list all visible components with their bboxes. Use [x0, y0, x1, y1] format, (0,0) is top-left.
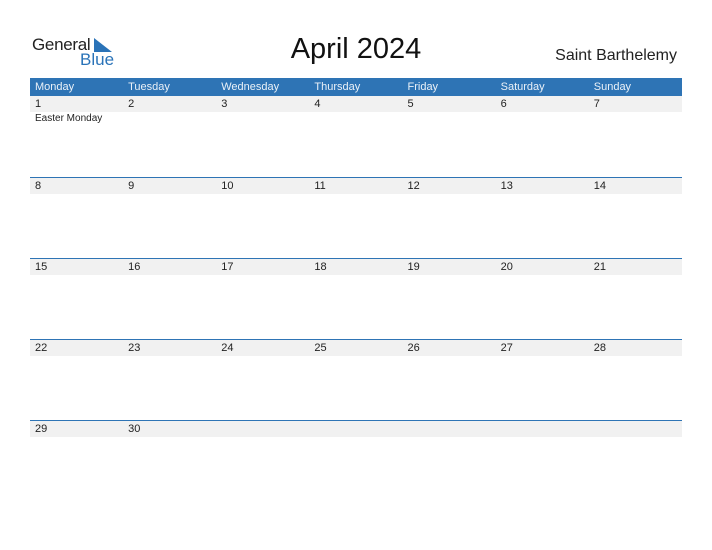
day-cell — [216, 421, 309, 437]
week-row: 1 2 3 4 5 6 7 Easter Monday — [30, 96, 682, 177]
weekday-tuesday: Tuesday — [128, 81, 170, 93]
day-cell: 5 — [407, 98, 414, 110]
holiday-label: Easter Monday — [35, 113, 103, 124]
date-row: 22 23 24 25 26 27 28 — [30, 339, 682, 356]
event-row: Easter Monday — [30, 112, 682, 126]
event-cell — [216, 112, 309, 126]
day-cell: 20 — [500, 261, 513, 273]
day-cell: 10 — [221, 180, 234, 192]
day-cell: 30 — [128, 423, 141, 435]
calendar-grid: Monday Tuesday Wednesday Thursday Friday… — [30, 78, 682, 501]
day-cell — [403, 421, 496, 437]
day-cell: 25 — [314, 342, 327, 354]
day-cell: 11 — [314, 180, 326, 192]
day-cell — [309, 421, 402, 437]
day-cell: 23 — [128, 342, 141, 354]
day-cell: 15 — [35, 261, 48, 273]
week-row: 29 30 — [30, 420, 682, 501]
event-cell — [589, 112, 682, 126]
date-row: 15 16 17 18 19 20 21 — [30, 258, 682, 275]
day-cell: 2 — [128, 98, 135, 110]
day-cell: 22 — [35, 342, 48, 354]
event-cell — [403, 112, 496, 126]
week-row: 8 9 10 11 12 13 14 — [30, 177, 682, 258]
day-cell: 14 — [593, 180, 606, 192]
day-cell: 26 — [407, 342, 420, 354]
day-cell: 17 — [221, 261, 234, 273]
weekday-thursday: Thursday — [314, 81, 361, 93]
weekday-wednesday: Wednesday — [221, 81, 280, 93]
day-cell: 16 — [128, 261, 141, 273]
weekday-sunday: Sunday — [593, 81, 632, 93]
day-cell: 21 — [593, 261, 606, 273]
day-cell: 27 — [500, 342, 513, 354]
week-row: 15 16 17 18 19 20 21 — [30, 258, 682, 339]
day-cell — [589, 421, 682, 437]
week-row: 22 23 24 25 26 27 28 — [30, 339, 682, 420]
day-cell: 13 — [500, 180, 513, 192]
date-row: 29 30 — [30, 420, 682, 437]
event-cell — [496, 112, 589, 126]
weekday-header: Monday Tuesday Wednesday Thursday Friday… — [30, 78, 682, 96]
day-cell: 18 — [314, 261, 327, 273]
day-cell — [496, 421, 589, 437]
date-row: 1 2 3 4 5 6 7 — [30, 96, 682, 112]
day-cell: 3 — [221, 98, 228, 110]
day-cell: 19 — [407, 261, 420, 273]
day-cell: 6 — [500, 98, 507, 110]
day-cell: 24 — [221, 342, 234, 354]
day-cell: 1 — [35, 98, 42, 110]
day-cell: 8 — [35, 180, 42, 192]
day-cell: 28 — [593, 342, 606, 354]
day-cell: 29 — [35, 423, 48, 435]
weekday-saturday: Saturday — [500, 81, 545, 93]
event-cell — [309, 112, 402, 126]
event-cell — [123, 112, 216, 126]
day-cell: 12 — [407, 180, 420, 192]
weekday-friday: Friday — [407, 81, 439, 93]
date-row: 8 9 10 11 12 13 14 — [30, 177, 682, 194]
day-cell: 7 — [593, 98, 600, 110]
weekday-monday: Monday — [35, 81, 75, 93]
country-name: Saint Barthelemy — [555, 47, 677, 64]
day-cell: 4 — [314, 98, 321, 110]
day-cell: 9 — [128, 180, 135, 192]
